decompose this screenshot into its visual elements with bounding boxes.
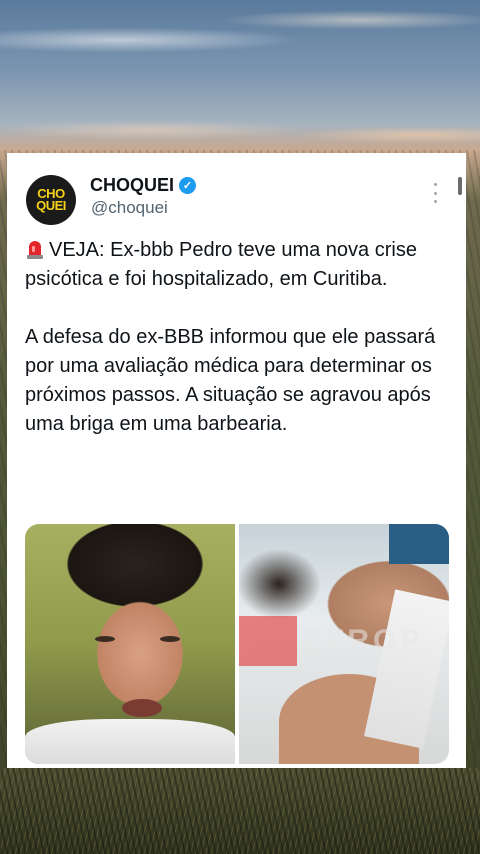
avatar[interactable]: CHO QUEI [26,175,76,225]
media-photo-left[interactable] [25,524,235,764]
tweet-paragraph-1: VEJA: Ex-bbb Pedro teve uma nova crise p… [25,239,423,290]
tweet-card[interactable]: CHO QUEI CHOQUEI ✓ @choquei VEJA: Ex-bbb… [7,153,466,768]
tweet-media[interactable]: ETROP [25,524,449,764]
watermark-text: ETROP [301,624,425,657]
photo-detail [25,719,235,764]
scrollbar[interactable] [458,177,462,195]
tweet-text: VEJA: Ex-bbb Pedro teve uma nova crise p… [25,236,450,439]
verified-badge-icon: ✓ [179,177,197,194]
more-options-icon[interactable] [431,183,439,203]
photo-detail [122,699,162,717]
siren-icon [27,241,43,259]
tweet-paragraph-2: A defesa do ex-BBB informou que ele pass… [25,326,441,435]
avatar-text-bottom: QUEI [36,198,66,213]
grass-foreground [0,768,480,854]
account-handle[interactable]: @choquei [91,198,168,218]
media-photo-right[interactable]: ETROP [239,524,449,764]
account-name-row[interactable]: CHOQUEI ✓ [90,175,197,196]
watermark: ETROP [239,616,424,666]
account-name[interactable]: CHOQUEI [90,175,174,196]
